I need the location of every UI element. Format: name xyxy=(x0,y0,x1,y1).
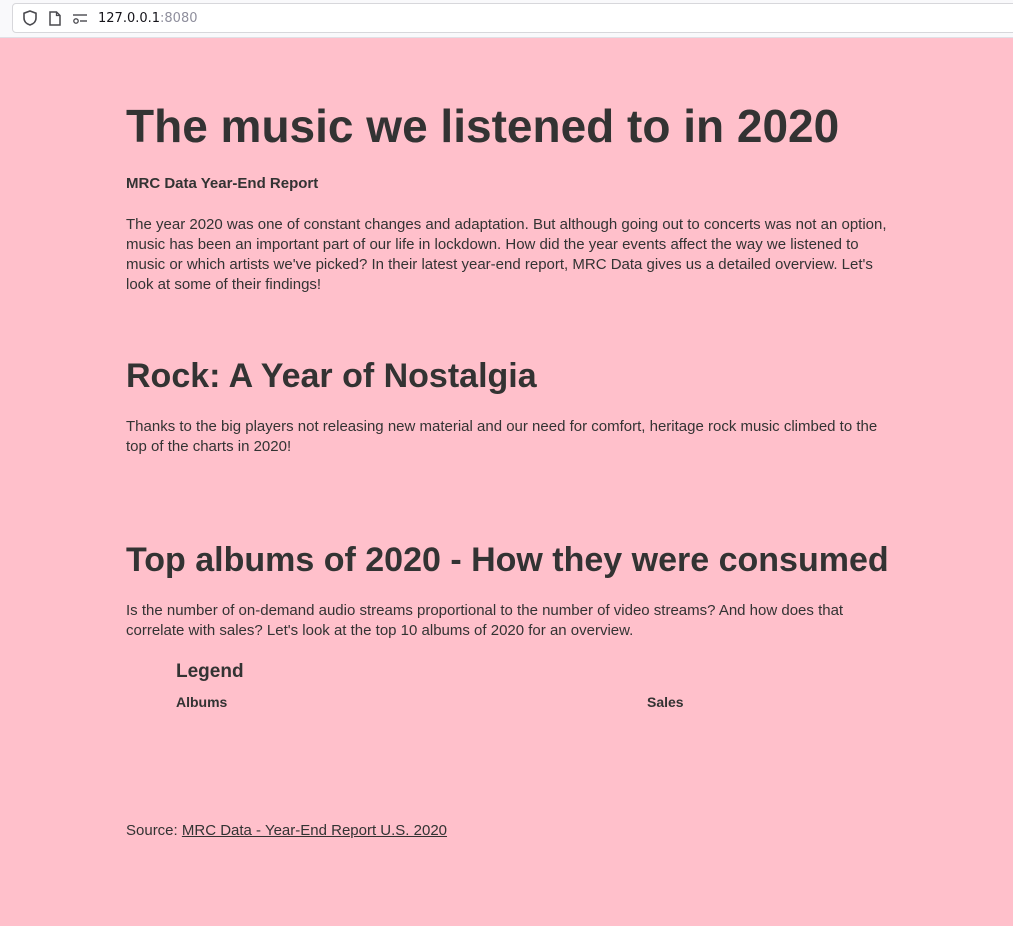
intro-paragraph: The year 2020 was one of constant change… xyxy=(126,216,887,293)
source-label: Source: xyxy=(126,822,182,839)
albums-section-paragraph: Is the number of on-demand audio streams… xyxy=(126,602,844,639)
address-bar[interactable]: 127.0.0.1:8080 xyxy=(12,3,1013,33)
url-port: :8080 xyxy=(160,10,198,26)
rock-section-title: Rock: A Year of Nostalgia xyxy=(126,357,537,395)
shield-icon[interactable] xyxy=(22,10,38,26)
legend-albums-label: Albums xyxy=(176,694,228,710)
albums-section-title: Top albums of 2020 - How they were consu… xyxy=(126,541,889,579)
browser-toolbar: 127.0.0.1:8080 xyxy=(0,0,1013,38)
connection-icon[interactable] xyxy=(72,10,88,26)
page-title: The music we listened to in 2020 xyxy=(126,100,840,152)
source-line: Source: MRC Data - Year-End Report U.S. … xyxy=(126,822,447,839)
legend-title: Legend xyxy=(176,661,244,682)
page-body: The music we listened to in 2020 MRC Dat… xyxy=(0,38,1013,926)
legend-sales-label: Sales xyxy=(647,694,684,710)
url-text[interactable]: 127.0.0.1:8080 xyxy=(98,11,198,26)
source-link[interactable]: MRC Data - Year-End Report U.S. 2020 xyxy=(182,822,447,839)
url-host: 127.0.0.1 xyxy=(98,10,161,26)
page-icon xyxy=(47,10,63,26)
page-subtitle: MRC Data Year-End Report xyxy=(126,175,319,192)
rock-section-paragraph: Thanks to the big players not releasing … xyxy=(126,418,878,455)
